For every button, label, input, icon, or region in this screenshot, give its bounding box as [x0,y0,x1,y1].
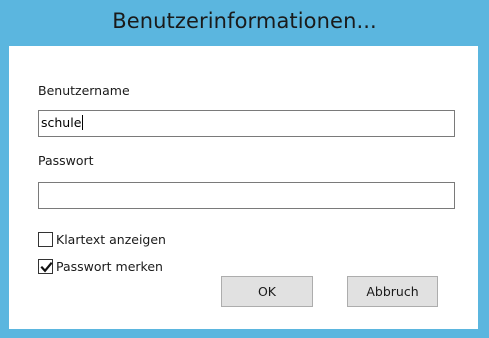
dialog-client-area: Benutzername schule Passwort Klartext an… [9,46,478,329]
show-plaintext-label: Klartext anzeigen [56,231,166,247]
show-plaintext-option[interactable]: Klartext anzeigen [38,230,166,248]
remember-password-checkbox[interactable] [38,258,53,274]
login-dialog-window: Benutzerinformationen... Benutzername sc… [0,0,489,338]
ok-button[interactable]: OK [221,276,313,307]
username-label: Benutzername [38,83,130,98]
title-bar[interactable]: Benutzerinformationen... [0,0,489,46]
text-caret [82,115,84,130]
remember-password-label: Passwort merken [56,258,163,274]
username-field[interactable]: schule [38,110,455,137]
remember-password-option[interactable]: Passwort merken [38,257,163,275]
checkmark-icon [40,261,53,272]
show-plaintext-checkbox[interactable] [38,231,53,247]
password-field[interactable] [38,182,455,209]
cancel-button[interactable]: Abbruch [347,276,438,307]
username-value: schule [41,115,82,130]
window-title: Benutzerinformationen... [112,9,377,33]
password-label: Passwort [38,153,94,168]
